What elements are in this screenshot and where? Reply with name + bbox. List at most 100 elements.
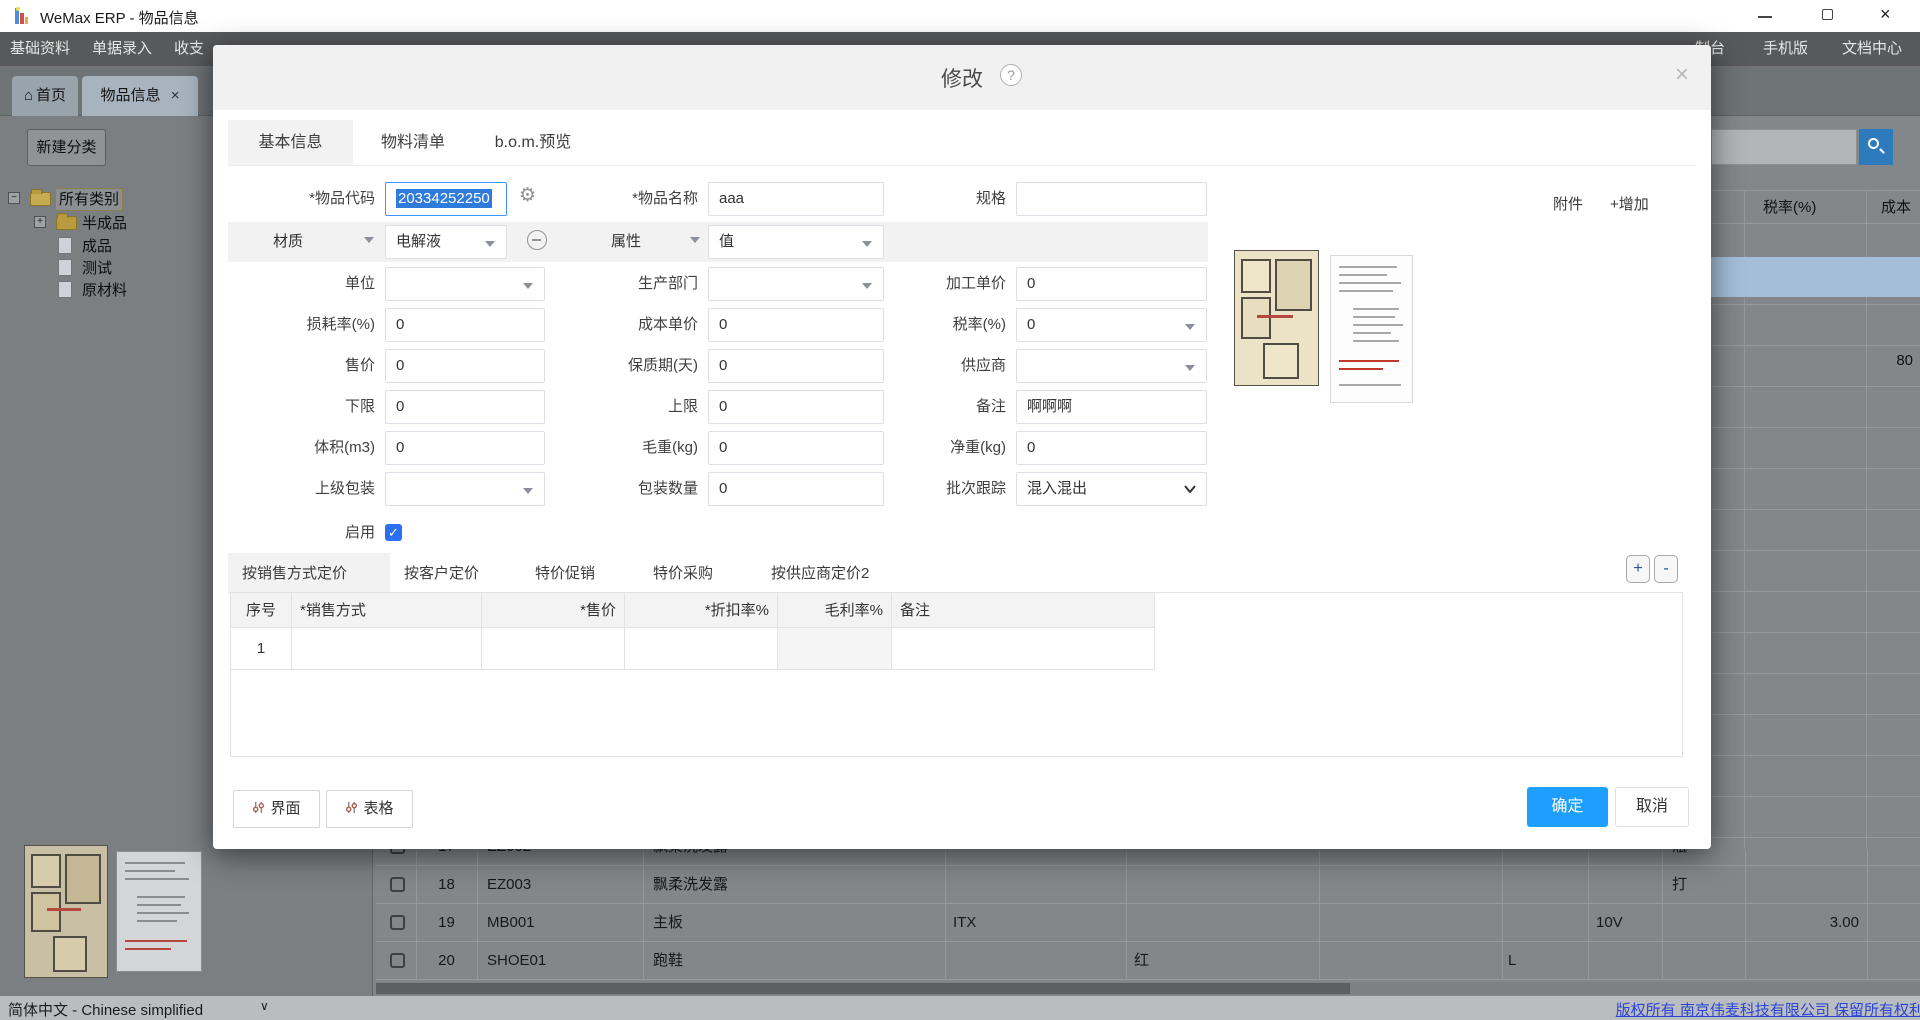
label-lower-limit: 下限 [228, 390, 375, 424]
item-code-input[interactable]: 20334252250 [385, 182, 507, 216]
file-icon [58, 259, 72, 276]
batch-track-select[interactable]: 混入混出 [1016, 472, 1207, 506]
language-selector[interactable]: 简体中文 - Chinese simplified [8, 999, 203, 1020]
tab-special-purchase[interactable]: 特价采购 [653, 553, 713, 594]
unit-select[interactable] [385, 267, 545, 301]
floorplan-thumbnail[interactable] [24, 845, 108, 978]
tab-close-icon[interactable]: × [171, 87, 180, 104]
column-header-cost[interactable]: 成本 [1881, 196, 1911, 217]
label-parent-pack: 上级包装 [228, 472, 375, 506]
sliders-icon [252, 801, 265, 814]
col-header-margin[interactable]: 毛利率% [778, 593, 892, 628]
search-input[interactable] [1711, 129, 1857, 165]
col-header-seq[interactable]: 序号 [231, 593, 292, 628]
document-thumbnail[interactable] [116, 851, 202, 972]
tree-node-finished[interactable]: 成品 [82, 236, 112, 257]
column-header-tax-rate[interactable]: 税率(%) [1763, 196, 1816, 217]
row-checkbox[interactable] [390, 953, 405, 968]
collapse-icon[interactable]: − [8, 192, 20, 204]
menu-item-mobile[interactable]: 手机版 [1763, 32, 1808, 66]
tab-item-info[interactable]: 物品信息 × [82, 76, 198, 116]
net-weight-input[interactable]: 0 [1016, 431, 1207, 465]
tab-bom-list[interactable]: 物料清单 [368, 120, 458, 165]
add-attachment-button[interactable]: +增加 [1610, 193, 1649, 214]
floorplan-thumbnail[interactable] [1234, 250, 1319, 386]
cell-num: 20 [416, 942, 477, 980]
material-dropdown[interactable]: 材质 [273, 225, 303, 259]
row-checkbox[interactable] [390, 877, 405, 892]
remove-row-button[interactable]: - [1654, 555, 1678, 583]
new-category-button[interactable]: 新建分类 [27, 129, 106, 166]
tab-home[interactable]: ⌂首页 [12, 76, 78, 116]
tab-pricing-by-supplier[interactable]: 按供应商定价2 [771, 553, 869, 594]
parent-pack-select[interactable] [385, 472, 545, 506]
col-header-price[interactable]: *售价 [482, 593, 625, 628]
supplier-select[interactable] [1016, 349, 1207, 383]
help-icon[interactable]: ? [1000, 64, 1022, 86]
col-header-sales-mode[interactable]: *销售方式 [292, 593, 482, 628]
process-price-input[interactable]: 0 [1016, 267, 1207, 301]
table-row: 18 EZ003 飘柔洗发露 打 [376, 866, 1920, 904]
copyright-link[interactable]: 版权所有 南京伟麦科技有限公司 保留所有权利 [1616, 999, 1920, 1020]
volume-input[interactable]: 0 [385, 431, 545, 465]
tree-node-raw-material[interactable]: 原材料 [82, 280, 127, 301]
row-seq-cell: 1 [231, 628, 292, 670]
row-remark-cell[interactable] [892, 628, 1155, 670]
minimize-icon[interactable] [1758, 16, 1772, 18]
table-grid-lines [1711, 223, 1920, 849]
tree-node-semi-finished[interactable]: 半成品 [82, 213, 127, 234]
loss-rate-input[interactable]: 0 [385, 308, 545, 342]
file-icon [58, 237, 72, 254]
tree-node-test[interactable]: 测试 [82, 258, 112, 279]
caret-down-icon [1185, 324, 1195, 330]
search-button[interactable] [1859, 129, 1893, 165]
menu-item-income[interactable]: 收支 [174, 32, 204, 66]
tree-node-all-categories[interactable]: 所有类别 [56, 189, 122, 210]
tab-pricing-by-customer[interactable]: 按客户定价 [404, 553, 479, 594]
restore-icon[interactable] [1822, 9, 1833, 20]
menu-item-base-data[interactable]: 基础资料 [10, 32, 70, 66]
expand-icon[interactable]: + [34, 216, 46, 228]
tab-pricing-by-sales[interactable]: 按销售方式定价 [242, 553, 347, 594]
tab-special-promo[interactable]: 特价促销 [535, 553, 595, 594]
col-header-discount[interactable]: *折扣率% [625, 593, 778, 628]
remove-attribute-icon[interactable] [527, 230, 547, 250]
tab-bom-preview[interactable]: b.o.m.预览 [478, 120, 588, 165]
table-row: 19 MB001 主板 ITX 10V 3.00 [376, 904, 1920, 942]
sell-price-input[interactable]: 0 [385, 349, 545, 383]
grid-config-button[interactable]: 表格 [326, 790, 413, 828]
remark-input[interactable]: 啊啊啊 [1016, 390, 1207, 424]
row-sales-mode-cell[interactable] [292, 628, 482, 670]
tax-rate-select[interactable]: 0 [1016, 308, 1207, 342]
material-value: 电解液 [396, 233, 441, 250]
attribute-dropdown[interactable]: 属性 [611, 225, 641, 259]
attribute-value: 值 [719, 233, 734, 250]
dialog-close-icon[interactable]: × [1675, 61, 1689, 89]
row-discount-cell[interactable] [625, 628, 778, 670]
cell-code: MB001 [487, 904, 535, 942]
col-header-remark[interactable]: 备注 [892, 593, 1155, 628]
menu-item-doc-center[interactable]: 文档中心 [1842, 32, 1902, 66]
tab-basic-info[interactable]: 基本信息 [228, 120, 353, 165]
attribute-value-select[interactable]: 值 [708, 225, 884, 259]
row-price-cell[interactable] [482, 628, 625, 670]
spec-input[interactable] [1016, 182, 1207, 216]
close-window-icon[interactable]: × [1880, 4, 1891, 25]
attachment-label[interactable]: 附件 [1553, 193, 1583, 214]
ui-config-button[interactable]: 界面 [233, 790, 320, 828]
menu-item-doc-entry[interactable]: 单据录入 [92, 32, 152, 66]
chevron-down-icon[interactable]: ∨ [260, 999, 269, 1013]
label-process-price: 加工单价 [853, 267, 1006, 301]
label-loss-rate: 损耗率(%) [228, 308, 375, 342]
gear-icon[interactable]: ⚙ [519, 184, 536, 207]
material-value-select[interactable]: 电解液 [385, 225, 507, 259]
row-checkbox[interactable] [390, 915, 405, 930]
lower-limit-input[interactable]: 0 [385, 390, 545, 424]
add-row-button[interactable]: + [1626, 555, 1650, 583]
cancel-button[interactable]: 取消 [1615, 787, 1689, 827]
ok-button[interactable]: 确定 [1527, 787, 1608, 827]
enabled-checkbox[interactable]: ✓ [385, 524, 402, 541]
application-window: WeMax ERP - 物品信息 × 基础资料 单据录入 收支 制台 手机版 文… [0, 0, 1920, 1020]
document-thumbnail[interactable] [1330, 255, 1413, 403]
scrollbar-thumb[interactable] [376, 983, 1350, 994]
